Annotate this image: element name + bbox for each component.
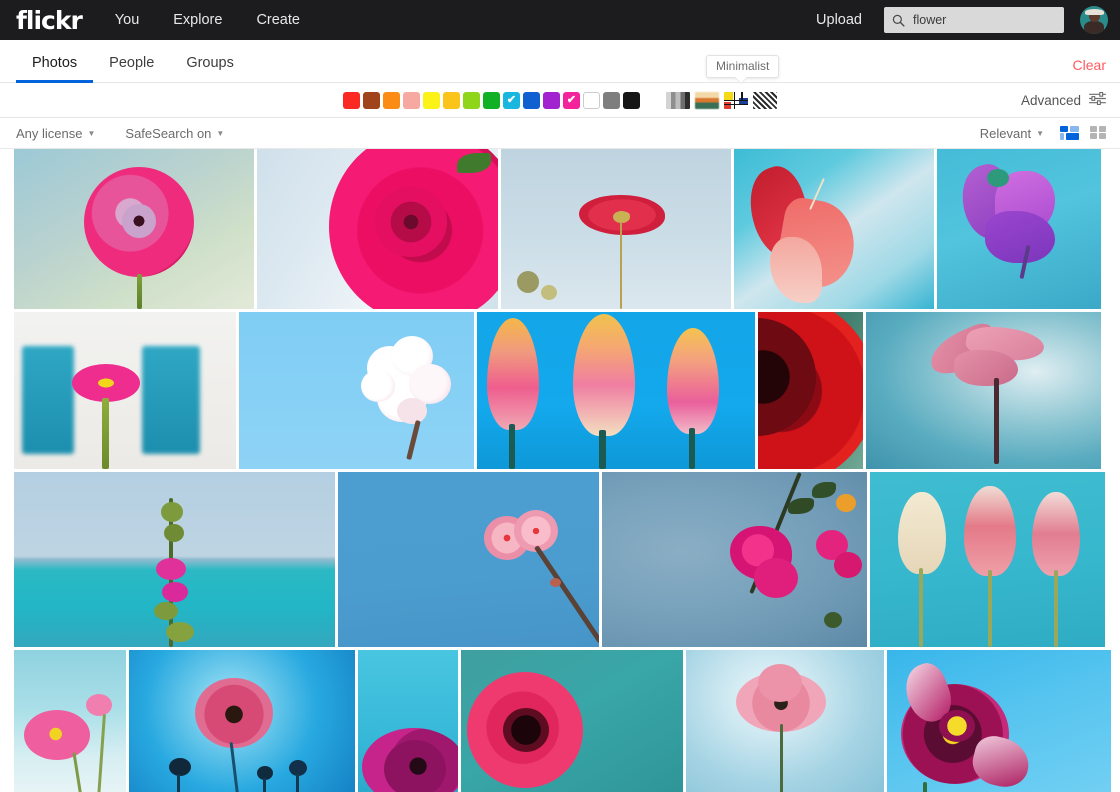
search-input[interactable] bbox=[913, 13, 1053, 27]
photo-tile[interactable] bbox=[358, 650, 458, 792]
color-swatch-green[interactable] bbox=[483, 91, 500, 109]
color-swatch-white[interactable] bbox=[583, 91, 600, 109]
chevron-down-icon: ▼ bbox=[216, 128, 225, 138]
view-mode-toggle bbox=[1060, 125, 1108, 141]
sliders-icon bbox=[1089, 91, 1106, 108]
justified-view-icon[interactable] bbox=[1060, 125, 1079, 141]
tab-groups[interactable]: Groups bbox=[170, 55, 250, 82]
safesearch-dropdown[interactable]: SafeSearch on ▼ bbox=[125, 126, 224, 141]
color-swatch-magenta[interactable]: ✔ bbox=[563, 91, 580, 109]
avatar-hat bbox=[1085, 9, 1104, 15]
search-icon bbox=[892, 14, 905, 27]
photo-tile[interactable] bbox=[686, 650, 884, 792]
check-icon: ✔ bbox=[506, 93, 517, 106]
photo-tile[interactable] bbox=[758, 312, 863, 469]
color-swatch-red[interactable] bbox=[343, 91, 360, 109]
photo-tile[interactable] bbox=[887, 650, 1111, 792]
color-swatch-purple[interactable] bbox=[543, 91, 560, 109]
style-swatch-patterns[interactable] bbox=[753, 91, 777, 109]
top-navigation-bar: flickr You Explore Create Upload bbox=[0, 0, 1120, 40]
photo-tile[interactable] bbox=[602, 472, 867, 647]
color-swatch-black[interactable] bbox=[623, 91, 640, 109]
minimalist-tooltip: Minimalist bbox=[706, 55, 780, 84]
photo-tile[interactable] bbox=[239, 312, 474, 469]
sort-dropdown[interactable]: Relevant ▼ bbox=[980, 126, 1044, 141]
advanced-label: Advanced bbox=[1020, 92, 1081, 108]
search-tabs-bar: Photos People Groups Clear bbox=[0, 40, 1120, 83]
color-swatch-orange[interactable] bbox=[383, 91, 400, 109]
photo-tile[interactable] bbox=[937, 149, 1101, 309]
photo-tile[interactable] bbox=[14, 149, 254, 309]
nav-item-explore[interactable]: Explore bbox=[173, 12, 222, 28]
color-swatch-cyan[interactable]: ✔ bbox=[503, 91, 520, 109]
photo-tile[interactable] bbox=[338, 472, 599, 647]
photo-tile[interactable] bbox=[870, 472, 1105, 647]
grid-view-icon[interactable] bbox=[1089, 125, 1108, 141]
search-box[interactable] bbox=[884, 7, 1064, 33]
photo-tile[interactable] bbox=[866, 312, 1101, 469]
license-label: Any license bbox=[16, 125, 83, 141]
tab-photos[interactable]: Photos bbox=[16, 55, 94, 83]
photo-row bbox=[14, 312, 1106, 469]
photo-tile[interactable] bbox=[129, 650, 355, 792]
nav-item-create[interactable]: Create bbox=[256, 12, 300, 28]
nav-item-you[interactable]: You bbox=[115, 12, 139, 28]
style-swatch-shallow-depth-of-field[interactable] bbox=[695, 91, 719, 109]
photo-tile[interactable] bbox=[734, 149, 934, 309]
style-swatches bbox=[666, 91, 777, 109]
photo-tile[interactable] bbox=[14, 312, 236, 469]
search-tabs: Photos People Groups bbox=[16, 55, 250, 83]
clear-filters-link[interactable]: Clear bbox=[1073, 57, 1106, 73]
photo-tile[interactable] bbox=[501, 149, 731, 309]
main-nav-links: You Explore Create bbox=[115, 12, 300, 28]
color-swatch-brown[interactable] bbox=[363, 91, 380, 109]
color-swatch-gold[interactable] bbox=[443, 91, 460, 109]
color-swatch-gray[interactable] bbox=[603, 91, 620, 109]
photo-row bbox=[14, 149, 1106, 309]
photo-row bbox=[14, 650, 1111, 792]
color-swatch-blue[interactable] bbox=[523, 91, 540, 109]
avatar[interactable] bbox=[1080, 6, 1108, 34]
color-swatch-yellow[interactable] bbox=[423, 91, 440, 109]
chevron-down-icon: ▼ bbox=[1036, 128, 1044, 138]
photo-results-grid bbox=[0, 149, 1120, 792]
tab-people[interactable]: People bbox=[93, 55, 170, 82]
photo-tile[interactable] bbox=[14, 650, 126, 792]
photo-tile[interactable] bbox=[477, 312, 755, 469]
advanced-search-button[interactable]: Advanced bbox=[1020, 91, 1106, 108]
photo-tile[interactable] bbox=[461, 650, 683, 792]
color-swatch-lime[interactable] bbox=[463, 91, 480, 109]
color-swatch-pink-pale[interactable] bbox=[403, 91, 420, 109]
license-dropdown[interactable]: Any license ▼ bbox=[16, 126, 95, 141]
photo-tile[interactable] bbox=[14, 472, 335, 647]
style-swatch-black-and-white[interactable] bbox=[666, 91, 690, 109]
sort-label: Relevant bbox=[979, 125, 1032, 141]
style-filter-bar: ✔ ✔ Advanced bbox=[0, 83, 1120, 118]
check-icon: ✔ bbox=[566, 93, 577, 106]
photo-row bbox=[14, 472, 1106, 647]
nav-right-group: Upload bbox=[816, 6, 1120, 34]
chevron-down-icon: ▼ bbox=[87, 128, 96, 138]
style-swatch-minimalist[interactable] bbox=[724, 91, 748, 109]
safesearch-label: SafeSearch on bbox=[125, 125, 212, 141]
upload-button[interactable]: Upload bbox=[816, 12, 862, 28]
results-filter-bar: Any license ▼ SafeSearch on ▼ Relevant ▼ bbox=[0, 118, 1120, 149]
flickr-logo[interactable]: flickr bbox=[16, 8, 83, 33]
avatar-body bbox=[1084, 21, 1104, 34]
photo-tile[interactable] bbox=[257, 149, 498, 309]
color-swatches: ✔ ✔ bbox=[343, 91, 640, 109]
right-filter-group: Relevant ▼ bbox=[964, 125, 1108, 141]
